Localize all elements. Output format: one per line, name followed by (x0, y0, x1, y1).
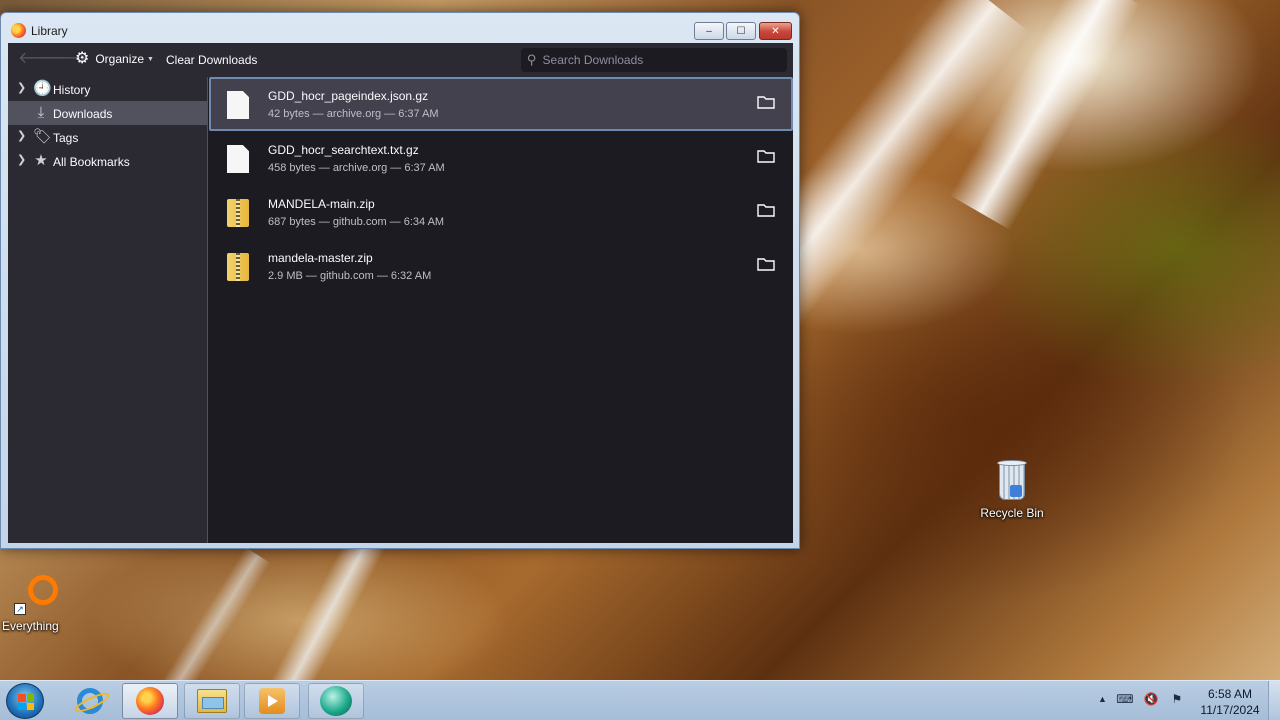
maximize-button[interactable]: ☐ (726, 22, 756, 40)
star-icon: ★ (34, 152, 48, 169)
library-window: Library ‒ ☐ ✕ 🡐 🡒 ⚙ Organize ▼ Clear Dow… (0, 12, 800, 549)
media-player-icon (259, 688, 285, 714)
folder-icon[interactable] (757, 95, 775, 109)
chevron-down-icon: ▼ (147, 55, 154, 63)
sidebar-item-tags[interactable]: ❯ 🏷 Tags (8, 125, 207, 149)
download-details: 2.9 MB — github.com — 6:32 AM (268, 270, 432, 282)
volume-muted-icon[interactable]: 🔇 (1143, 691, 1159, 707)
sidebar-item-all-bookmarks[interactable]: ❯ ★ All Bookmarks (8, 149, 207, 173)
everything-icon (28, 575, 58, 605)
file-explorer-icon (197, 689, 227, 713)
taskbar: ▲ ⌨ 🔇 ⚑ 6:58 AM 11/17/2024 (0, 680, 1280, 720)
firefox-icon (136, 687, 164, 715)
search-box[interactable]: ⚲ (521, 48, 787, 72)
folder-icon[interactable] (757, 149, 775, 163)
chevron-right-icon[interactable]: ❯ (17, 155, 26, 166)
taskbar-firefox[interactable] (122, 683, 178, 719)
tag-icon: 🏷 (33, 128, 53, 145)
chevron-right-icon[interactable]: ❯ (17, 131, 26, 142)
sidebar-item-history[interactable]: ❯ 🕘 History (8, 77, 207, 101)
download-row[interactable]: mandela-master.zip 2.9 MB — github.com —… (209, 239, 793, 293)
desktop-icon-recycle-bin[interactable]: Recycle Bin (972, 458, 1052, 520)
document-icon (227, 91, 249, 119)
internet-explorer-icon (77, 688, 103, 714)
taskbar-media-player[interactable] (244, 683, 300, 719)
app-icon (320, 686, 352, 716)
search-input[interactable] (542, 53, 773, 67)
clock[interactable]: 6:58 AM 11/17/2024 (1196, 686, 1264, 718)
downloads-list: GDD_hocr_pageindex.json.gz 42 bytes — ar… (209, 77, 793, 543)
download-row[interactable]: GDD_hocr_pageindex.json.gz 42 bytes — ar… (209, 77, 793, 131)
recycle-bin-icon (996, 458, 1028, 502)
clear-downloads-button[interactable]: Clear Downloads (166, 53, 257, 67)
desktop-icon-everything[interactable]: ↗ Everything (2, 575, 72, 633)
desktop-icon-label: Everything (2, 619, 59, 633)
taskbar-file-explorer[interactable] (184, 683, 240, 719)
organize-button[interactable]: ⚙ Organize ▼ (75, 51, 154, 67)
clock-date: 11/17/2024 (1200, 703, 1260, 717)
sidebar: ❯ 🕘 History ⤓ Downloads ❯ 🏷 Tags ❯ ★ All… (8, 77, 208, 543)
desktop-icon-label: Recycle Bin (980, 506, 1044, 520)
download-details: 687 bytes — github.com — 6:34 AM (268, 216, 445, 228)
download-filename: GDD_hocr_searchtext.txt.gz (268, 143, 419, 157)
taskbar-internet-explorer[interactable] (62, 683, 118, 719)
download-icon: ⤓ (37, 104, 45, 121)
taskbar-app[interactable] (308, 683, 364, 719)
download-filename: mandela-master.zip (268, 251, 373, 265)
sidebar-item-label: All Bookmarks (53, 155, 130, 169)
show-desktop-button[interactable] (1268, 681, 1280, 720)
keyboard-icon[interactable]: ⌨ (1116, 691, 1133, 707)
close-button[interactable]: ✕ (759, 22, 792, 40)
search-icon: ⚲ (527, 52, 537, 67)
show-hidden-icons-icon[interactable]: ▲ (1098, 694, 1107, 704)
toolbar: 🡐 🡒 ⚙ Organize ▼ Clear Downloads ⚲ (8, 43, 793, 77)
clock-icon: 🕘 (33, 80, 52, 97)
organize-label: Organize (95, 52, 145, 66)
windows-logo-icon (18, 694, 34, 710)
zip-icon (227, 199, 249, 227)
document-icon (227, 145, 249, 173)
action-center-flag-icon[interactable]: ⚑ (1169, 691, 1185, 707)
title-bar[interactable]: Library ‒ ☐ ✕ (1, 13, 799, 43)
library-content: 🡐 🡒 ⚙ Organize ▼ Clear Downloads ⚲ ❯ 🕘 H… (8, 43, 793, 543)
download-row[interactable]: MANDELA-main.zip 687 bytes — github.com … (209, 185, 793, 239)
clock-time: 6:58 AM (1207, 687, 1253, 701)
sidebar-item-label: History (53, 83, 91, 97)
gear-icon: ⚙ (75, 50, 90, 67)
folder-icon[interactable] (757, 257, 775, 271)
folder-icon[interactable] (757, 203, 775, 217)
download-details: 458 bytes — archive.org — 6:37 AM (268, 162, 445, 174)
firefox-icon (11, 23, 26, 38)
system-tray: ▲ ⌨ 🔇 ⚑ (1098, 691, 1185, 707)
download-filename: MANDELA-main.zip (268, 197, 375, 211)
download-row[interactable]: GDD_hocr_searchtext.txt.gz 458 bytes — a… (209, 131, 793, 185)
zip-icon (227, 253, 249, 281)
chevron-right-icon[interactable]: ❯ (17, 83, 26, 94)
shortcut-arrow-icon: ↗ (14, 603, 26, 615)
download-details: 42 bytes — archive.org — 6:37 AM (268, 108, 439, 120)
minimize-button[interactable]: ‒ (694, 22, 724, 40)
start-button[interactable] (6, 683, 44, 719)
download-filename: GDD_hocr_pageindex.json.gz (268, 89, 429, 103)
window-title: Library (31, 24, 68, 38)
sidebar-item-downloads[interactable]: ⤓ Downloads (8, 101, 207, 125)
sidebar-item-label: Downloads (53, 107, 113, 121)
sidebar-item-label: Tags (53, 131, 79, 145)
